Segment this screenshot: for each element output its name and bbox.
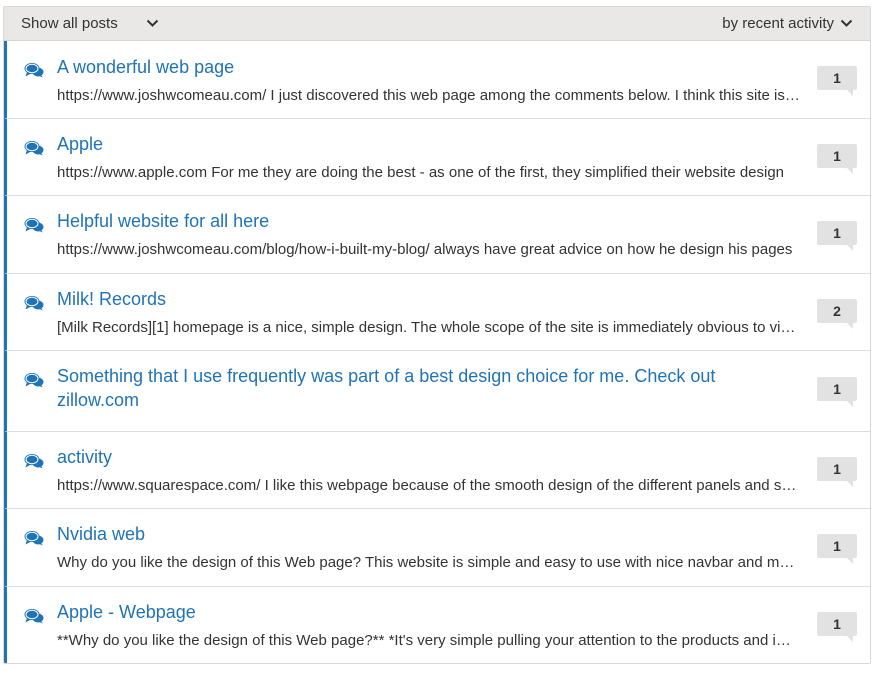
post-row[interactable]: Milk! Records [Milk Records][1] homepage… xyxy=(4,274,870,351)
comments-icon xyxy=(24,295,44,311)
post-title[interactable]: Apple xyxy=(57,132,775,156)
reply-count-badge: 2 xyxy=(817,299,857,329)
comments-icon xyxy=(24,372,44,388)
post-title[interactable]: Apple - Webpage xyxy=(57,600,775,624)
post-title[interactable]: activity xyxy=(57,445,775,469)
comments-icon xyxy=(24,62,44,78)
post-excerpt: https://www.joshwcomeau.com/ I just disc… xyxy=(57,87,802,104)
reply-count-badge: 1 xyxy=(817,144,857,174)
post-title[interactable]: Something that I use frequently was part… xyxy=(57,364,750,412)
comments-icon xyxy=(24,140,44,156)
post-row[interactable]: Nvidia web Why do you like the design of… xyxy=(4,509,870,587)
posts-toolbar: Show all posts by recent activity xyxy=(4,7,870,41)
post-row[interactable]: Apple - Webpage **Why do you like the de… xyxy=(4,587,870,663)
reply-count-badge: 1 xyxy=(817,221,857,251)
post-row[interactable]: Something that I use frequently was part… xyxy=(4,351,870,432)
post-excerpt: https://www.squarespace.com/ I like this… xyxy=(57,477,802,494)
reply-count-badge: 1 xyxy=(817,457,857,487)
post-list: A wonderful web page https://www.joshwco… xyxy=(4,41,870,663)
reply-count-badge: 1 xyxy=(817,612,857,642)
comments-icon xyxy=(24,217,44,233)
post-title[interactable]: A wonderful web page xyxy=(57,55,775,79)
post-excerpt: Why do you like the design of this Web p… xyxy=(57,554,802,571)
post-row[interactable]: A wonderful web page https://www.joshwco… xyxy=(4,41,870,119)
posts-panel: Show all posts by recent activity A wond… xyxy=(3,6,871,664)
sort-dropdown-label: by recent activity xyxy=(722,15,834,32)
chevron-down-icon xyxy=(840,19,853,28)
comments-icon xyxy=(24,608,44,624)
reply-count-badge: 1 xyxy=(817,377,857,407)
comments-icon xyxy=(24,530,44,546)
sort-dropdown[interactable]: by recent activity xyxy=(722,15,853,32)
filter-dropdown[interactable]: Show all posts xyxy=(21,15,159,32)
comments-icon xyxy=(24,453,44,469)
post-excerpt: https://www.joshwcomeau.com/blog/how-i-b… xyxy=(57,241,793,258)
chevron-down-icon xyxy=(146,19,159,28)
post-excerpt: **Why do you like the design of this Web… xyxy=(57,632,802,649)
post-row[interactable]: activity https://www.squarespace.com/ I … xyxy=(4,432,870,509)
post-title[interactable]: Nvidia web xyxy=(57,522,775,546)
post-excerpt: https://www.apple.com For me they are do… xyxy=(57,164,785,181)
post-title[interactable]: Milk! Records xyxy=(57,287,775,311)
filter-dropdown-label: Show all posts xyxy=(21,15,118,32)
post-row[interactable]: Helpful website for all here https://www… xyxy=(4,196,870,274)
post-excerpt: [Milk Records][1] homepage is a nice, si… xyxy=(57,319,802,336)
reply-count-badge: 1 xyxy=(817,66,857,96)
post-title[interactable]: Helpful website for all here xyxy=(57,209,775,233)
reply-count-badge: 1 xyxy=(817,534,857,564)
post-row[interactable]: Apple https://www.apple.com For me they … xyxy=(4,119,870,196)
